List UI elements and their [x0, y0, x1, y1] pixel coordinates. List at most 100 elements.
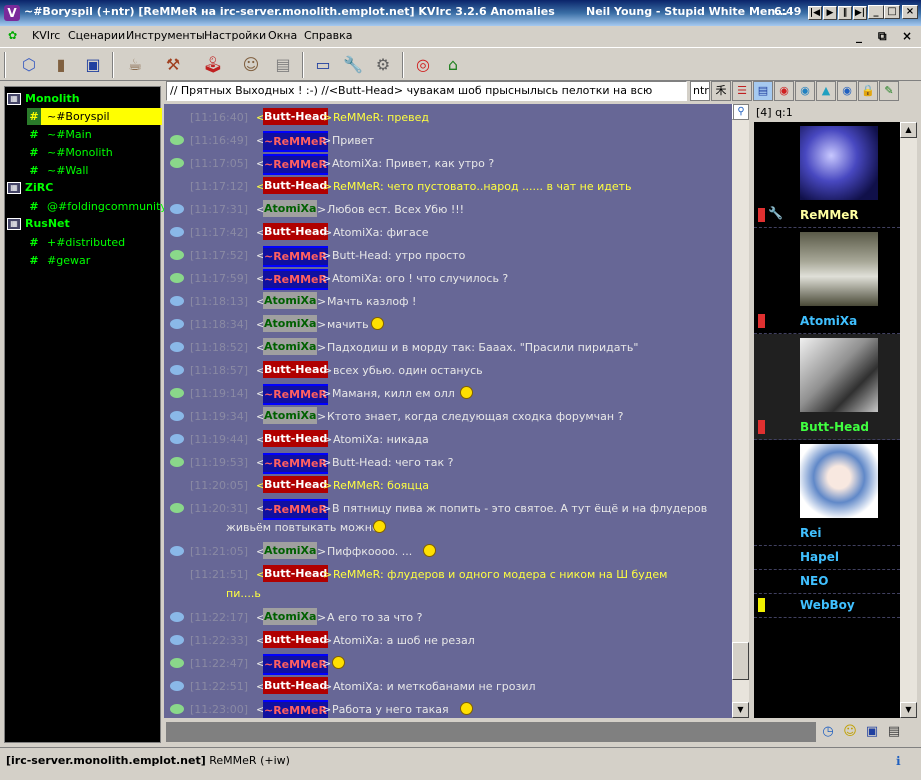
nick-label[interactable]: Butt-Head	[263, 677, 329, 694]
menu-kvirc[interactable]: KVIrc	[32, 29, 60, 42]
channel-icon-cyan[interactable]: ▲	[816, 81, 836, 101]
topic-field[interactable]: // Прятных Выходных ! :-) //<Butt-Head> …	[166, 81, 687, 101]
search-icon[interactable]: ⚲	[733, 104, 749, 120]
user-nick[interactable]: WebBoy	[800, 598, 855, 612]
split-view-icon[interactable]: ☰	[732, 81, 752, 101]
close-button[interactable]: ×	[902, 5, 918, 19]
user-row[interactable]: WebBoy	[754, 594, 900, 618]
tree-network-monolith[interactable]: ▦ Monolith	[7, 91, 80, 107]
nick-label[interactable]: ~ReMMeR	[263, 654, 328, 675]
user-nick[interactable]: NEO	[800, 574, 828, 588]
next-track-icon[interactable]: ▶|	[853, 6, 867, 20]
maximize-button[interactable]: □	[884, 5, 900, 19]
nick-label[interactable]: ~ReMMeR	[263, 499, 328, 520]
nick-label[interactable]: Butt-Head	[263, 177, 329, 194]
nick-label[interactable]: Butt-Head	[263, 361, 329, 378]
tree-channel-boryspil[interactable]: # ~#Boryspil	[27, 108, 162, 125]
user-nick[interactable]: ReMMeR	[800, 208, 859, 222]
channel-icon-red[interactable]: ◉	[774, 81, 794, 101]
servers-icon[interactable]: ▤	[270, 52, 296, 78]
nick-label[interactable]: ~ReMMeR	[263, 700, 328, 718]
nick-label[interactable]: AtomiXa	[263, 338, 318, 355]
tree-network-rusnet[interactable]: ▦ RusNet	[7, 216, 70, 232]
user-row[interactable]: AtomiXa	[754, 228, 900, 334]
mdi-close-button[interactable]: ×	[902, 29, 912, 43]
settings-icon[interactable]: ⚙	[370, 52, 396, 78]
tree-channel-monolith[interactable]: # ~#Monolith	[27, 144, 117, 161]
tree-channel-foldingcommunity[interactable]: # @#foldingcommunity	[27, 198, 171, 215]
wrench-icon[interactable]: 🔧	[340, 52, 366, 78]
menu-scripts[interactable]: Сценарии	[68, 29, 125, 42]
tree-channel-wall[interactable]: # ~#Wall	[27, 162, 92, 179]
nick-label[interactable]: AtomiXa	[263, 407, 318, 424]
nick-label[interactable]: ~ReMMeR	[263, 131, 328, 152]
nick-label[interactable]: ~ReMMeR	[263, 246, 328, 267]
mode-field[interactable]: ntr	[690, 81, 710, 101]
user-nick[interactable]: Butt-Head	[800, 420, 869, 434]
menu-windows[interactable]: Окна	[268, 29, 297, 42]
play-icon[interactable]: ▶	[823, 6, 837, 20]
nick-label[interactable]: ~ReMMeR	[263, 269, 328, 290]
nick-label[interactable]: Butt-Head	[263, 108, 329, 125]
status-icon[interactable]: ℹ	[896, 754, 901, 768]
minimize-button[interactable]: _	[868, 5, 884, 19]
nick-label[interactable]: Butt-Head	[263, 631, 329, 648]
users-icon[interactable]: ☺	[238, 52, 264, 78]
user-row[interactable]: Rei	[754, 440, 900, 546]
chat-scrollbar[interactable]: ▲ ▼	[732, 104, 749, 718]
message-input[interactable]	[166, 722, 816, 742]
channel-icon-info[interactable]: ◉	[837, 81, 857, 101]
userlist-scroll-down[interactable]: ▼	[900, 702, 917, 718]
new-window-icon[interactable]: ▣	[80, 52, 106, 78]
away-icon[interactable]: ☕	[122, 52, 148, 78]
history-icon[interactable]: ◷	[818, 722, 838, 742]
connect-icon[interactable]: ⬡	[16, 52, 42, 78]
user-row[interactable]: Hapel	[754, 546, 900, 570]
pencil-icon[interactable]: ✎	[879, 81, 899, 101]
menu-tools[interactable]: Инструменты	[126, 29, 205, 42]
multiline-icon[interactable]: ▤	[884, 722, 904, 742]
menu-settings[interactable]: Настройки	[204, 29, 266, 42]
user-nick[interactable]: Rei	[800, 526, 822, 540]
nick-label[interactable]: AtomiXa	[263, 292, 318, 309]
kvirc-app-icon[interactable]: V	[4, 5, 20, 21]
user-row[interactable]: NEO	[754, 570, 900, 594]
nick-label[interactable]: Butt-Head	[263, 476, 329, 493]
userlist-toggle-icon[interactable]: ▤	[753, 81, 773, 101]
pause-icon[interactable]: ‖	[838, 6, 852, 20]
tools-icon[interactable]: ⚒	[160, 52, 186, 78]
userlist-scroll-up[interactable]: ▲	[900, 122, 917, 138]
kvs-icon[interactable]: ▣	[862, 722, 882, 742]
nick-label[interactable]: AtomiXa	[263, 200, 318, 217]
help-icon[interactable]: ◎	[410, 52, 436, 78]
mdi-minimize-button[interactable]: _	[856, 29, 862, 43]
nick-label[interactable]: AtomiXa	[263, 608, 318, 625]
chat-view[interactable]: [11:16:40] < Butt-Head > ReMMeR: превед [11:1…	[164, 104, 732, 718]
user-row[interactable]: Butt-Head	[754, 334, 900, 440]
encoding-icon[interactable]: 禾	[711, 81, 731, 101]
tree-network-zirc[interactable]: ▦ ZiRC	[7, 180, 53, 196]
scroll-down-button[interactable]: ▼	[732, 702, 749, 718]
nick-label[interactable]: ~ReMMeR	[263, 384, 328, 405]
joystick-icon[interactable]: 🕹	[200, 52, 226, 78]
user-nick[interactable]: AtomiXa	[800, 314, 857, 328]
server-icon[interactable]: ▮	[48, 52, 74, 78]
options-icon[interactable]: ▭	[310, 52, 336, 78]
nick-label[interactable]: ~ReMMeR	[263, 154, 328, 175]
scroll-thumb[interactable]	[732, 642, 749, 680]
nick-label[interactable]: Butt-Head	[263, 565, 329, 582]
emoticon-icon[interactable]: ☺	[840, 722, 860, 742]
kvirc-menu-icon[interactable]: ✿	[8, 29, 17, 42]
nick-label[interactable]: AtomiXa	[263, 315, 318, 332]
nick-label[interactable]: AtomiXa	[263, 542, 318, 559]
nick-label[interactable]: ~ReMMeR	[263, 453, 328, 474]
user-nick[interactable]: Hapel	[800, 550, 839, 564]
nick-label[interactable]: Butt-Head	[263, 223, 329, 240]
nick-label[interactable]: Butt-Head	[263, 430, 329, 447]
tree-channel-main[interactable]: # ~#Main	[27, 126, 96, 143]
user-row[interactable]: ReMMeR 🔧	[754, 122, 900, 228]
lock-icon[interactable]: 🔒	[858, 81, 878, 101]
mdi-restore-button[interactable]: ⧉	[878, 29, 887, 44]
home-icon[interactable]: ⌂	[440, 52, 466, 78]
tree-channel-gewar[interactable]: # #gewar	[27, 252, 94, 269]
